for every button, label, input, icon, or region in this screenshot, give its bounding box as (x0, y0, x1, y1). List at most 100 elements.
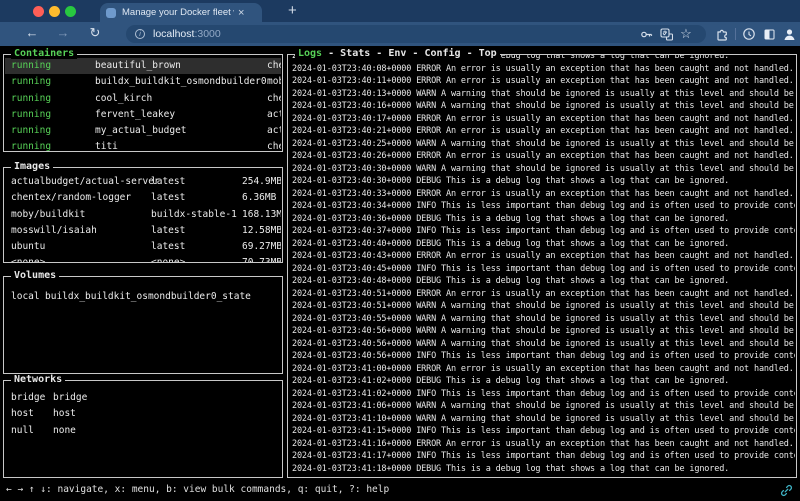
image-size: 254.9MB (242, 174, 281, 190)
forward-icon[interactable]: → (54, 25, 72, 40)
bookmark-star-icon[interactable]: ☆ (676, 25, 696, 43)
log-timestamp: 2024-01-03T23:40:51+0000 (292, 301, 411, 311)
container-image: chentex/random-logger (267, 58, 281, 74)
container-status: running (11, 139, 51, 151)
network-id: host (11, 406, 34, 422)
container-status: running (11, 74, 51, 90)
image-row[interactable]: ubuntu latest 69.27MB (5, 239, 281, 255)
url-port: :3000 (194, 28, 220, 40)
passwords-key-icon[interactable] (636, 25, 656, 43)
network-row[interactable]: bridge bridge (5, 390, 281, 406)
container-row[interactable]: running titi chentex/random-logger (5, 139, 281, 151)
reload-icon[interactable]: ↻ (86, 25, 104, 41)
log-timestamp: 2024-01-03T23:40:37+0000 (292, 226, 411, 236)
back-icon[interactable]: ← (23, 25, 41, 40)
log-message: An error is usually an exception that ha… (446, 76, 794, 86)
log-line: 2024-01-03T23:40:30+0000 WARN A warning … (292, 163, 795, 176)
tab-close-icon[interactable]: × (238, 8, 244, 18)
log-line: 2024-01-03T23:41:10+0000 WARN A warning … (292, 413, 795, 426)
log-level: ERROR (416, 251, 441, 261)
log-message: This is less important than debug log an… (441, 264, 795, 274)
log-level: INFO (416, 264, 436, 274)
translate-icon[interactable] (656, 25, 676, 43)
log-line: 2024-01-03T23:40:30+0000 DEBUG This is a… (292, 175, 795, 188)
profile-avatar-icon[interactable] (779, 25, 799, 43)
images-list: actualbudget/actual-server latest 254.9M… (5, 168, 281, 262)
new-tab-button[interactable]: + (288, 2, 297, 19)
log-timestamp: 2024-01-03T23:40:21+0000 (292, 126, 411, 136)
log-message: This is less important than debug log an… (441, 201, 795, 211)
container-name: my_actual_budget (95, 123, 187, 139)
log-message: A warning that should be ignored is usua… (441, 89, 795, 99)
network-id: bridge (11, 390, 45, 406)
url-host: localhost (153, 28, 194, 40)
container-image: chentex/random-logger (267, 139, 281, 151)
container-row[interactable]: running cool_kirch chentex/random-logger (5, 91, 281, 107)
image-row[interactable]: <none> <none> 70.73MB (5, 255, 281, 262)
log-line: 2024-01-03T23:40:55+0000 WARN A warning … (292, 313, 795, 326)
log-timestamp: 2024-01-03T23:41:16+0000 (292, 439, 411, 449)
url-text: localhost:3000 (153, 28, 221, 40)
container-status: running (11, 91, 51, 107)
log-message: An error is usually an exception that ha… (446, 289, 794, 299)
keybinding-statusbar: ← → ↑ ↓: navigate, x: menu, b: view bulk… (6, 484, 389, 495)
window-minimize-button[interactable] (49, 6, 60, 17)
image-row[interactable]: actualbudget/actual-server latest 254.9M… (5, 174, 281, 190)
image-tag: <none> (151, 255, 185, 262)
log-message: An error is usually an exception that ha… (446, 189, 794, 199)
log-level: WARN (416, 314, 436, 324)
log-level: DEBUG (416, 176, 441, 186)
tab-logs[interactable]: Logs (298, 48, 322, 59)
log-level: WARN (416, 164, 436, 174)
log-message: This is less important than debug log an… (441, 451, 795, 461)
window-close-button[interactable] (33, 6, 44, 17)
image-row[interactable]: chentex/random-logger latest 6.36MB (5, 190, 281, 206)
image-name: mosswill/isaiah (11, 223, 97, 239)
image-name: moby/buildkit (11, 207, 85, 223)
container-row[interactable]: running fervent_leakey actualbudget/actu… (5, 107, 281, 123)
window-zoom-button[interactable] (65, 6, 76, 17)
log-timestamp: 2024-01-03T23:40:45+0000 (292, 264, 411, 274)
container-row[interactable]: running beautiful_brown chentex/random-l… (5, 58, 281, 74)
image-size: 12.58MB (242, 223, 281, 239)
log-line: 2024-01-03T23:40:51+0000 WARN A warning … (292, 300, 795, 313)
extension-2-icon[interactable] (759, 25, 779, 43)
log-timestamp: 2024-01-03T23:40:30+0000 (292, 176, 411, 186)
networks-panel-title: Networks (11, 374, 65, 385)
log-output: 2024-01-03T23:40:05+0000 DEBUG This is a… (292, 55, 795, 476)
log-level: ERROR (416, 126, 441, 136)
log-level: DEBUG (416, 276, 441, 286)
container-name: titi (95, 139, 118, 151)
log-line: 2024-01-03T23:40:25+0000 WARN A warning … (292, 138, 795, 151)
log-line: 2024-01-03T23:40:37+0000 INFO This is le… (292, 225, 795, 238)
log-message: A warning that should be ignored is usua… (441, 314, 795, 324)
container-row[interactable]: running my_actual_budget actualbudget/ac… (5, 123, 281, 139)
networks-panel: Networks bridge bridge host host null (3, 380, 283, 478)
image-row[interactable]: mosswill/isaiah latest 12.58MB (5, 223, 281, 239)
log-message: A warning that should be ignored is usua… (441, 301, 795, 311)
log-level: ERROR (416, 289, 441, 299)
log-message: This is a debug log that shows a log tha… (446, 239, 729, 249)
logs-tabs-rest[interactable]: - Stats - Env - Config - Top (322, 48, 497, 59)
image-size: 168.13MB (242, 207, 281, 223)
log-message: This is less important than debug log an… (441, 389, 795, 399)
extension-1-icon[interactable] (739, 25, 759, 43)
log-message: An error is usually an exception that ha… (446, 364, 794, 374)
log-timestamp: 2024-01-03T23:41:10+0000 (292, 414, 411, 424)
image-row[interactable]: moby/buildkit buildx-stable-1 168.13MB (5, 207, 281, 223)
containers-list: running beautiful_brown chentex/random-l… (5, 55, 281, 151)
network-row[interactable]: host host (5, 406, 281, 422)
containers-panel-title: Containers (11, 48, 77, 59)
address-bar[interactable]: i localhost:3000 (126, 25, 706, 43)
volume-row[interactable]: local buildx_buildkit_osmondbuilder0_sta… (5, 289, 281, 305)
extensions-puzzle-icon[interactable] (712, 25, 732, 43)
log-line: 2024-01-03T23:40:33+0000 ERROR An error … (292, 188, 795, 201)
log-line: 2024-01-03T23:40:11+0000 ERROR An error … (292, 75, 795, 88)
network-row[interactable]: null none (5, 423, 281, 439)
site-info-icon[interactable]: i (135, 29, 145, 39)
container-row[interactable]: running buildx_buildkit_osmondbuilder0 m… (5, 74, 281, 90)
browser-tab[interactable]: Manage your Docker fleet w × (100, 3, 262, 22)
connection-link-icon[interactable] (780, 484, 793, 497)
volumes-list: local buildx_buildkit_osmondbuilder0_sta… (5, 277, 281, 373)
log-level: ERROR (416, 76, 441, 86)
